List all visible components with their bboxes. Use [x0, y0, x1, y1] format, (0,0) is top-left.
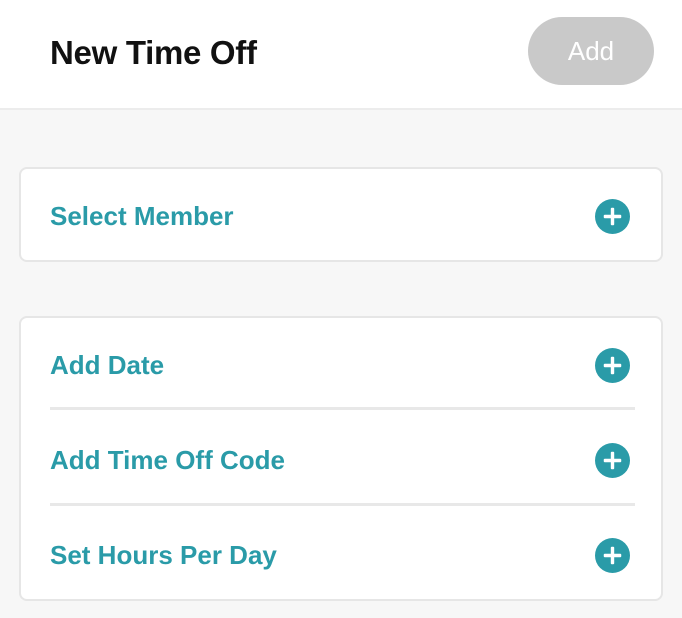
- add-time-off-code-label: Add Time Off Code: [50, 445, 285, 475]
- plus-circle-icon[interactable]: [595, 538, 630, 573]
- plus-circle-icon[interactable]: [595, 443, 630, 478]
- plus-circle-icon[interactable]: [595, 348, 630, 383]
- details-card: Add Date Add Time Off Code Set Hours Per…: [19, 316, 663, 601]
- select-member-label: Select Member: [50, 201, 234, 231]
- row-divider: [50, 407, 635, 410]
- add-date-label: Add Date: [50, 350, 165, 380]
- add-time-off-code-row[interactable]: Add Time Off Code: [21, 413, 661, 508]
- select-member-row[interactable]: Select Member: [21, 169, 661, 264]
- header-bar: New Time Off Add: [0, 0, 682, 110]
- add-date-row[interactable]: Add Date: [21, 318, 661, 413]
- plus-circle-icon[interactable]: [595, 199, 630, 234]
- set-hours-per-day-label: Set Hours Per Day: [50, 540, 277, 570]
- row-divider: [50, 503, 635, 506]
- page-title: New Time Off: [50, 34, 257, 71]
- set-hours-per-day-row[interactable]: Set Hours Per Day: [21, 508, 661, 603]
- add-button[interactable]: Add: [528, 17, 654, 85]
- member-card: Select Member: [19, 167, 663, 262]
